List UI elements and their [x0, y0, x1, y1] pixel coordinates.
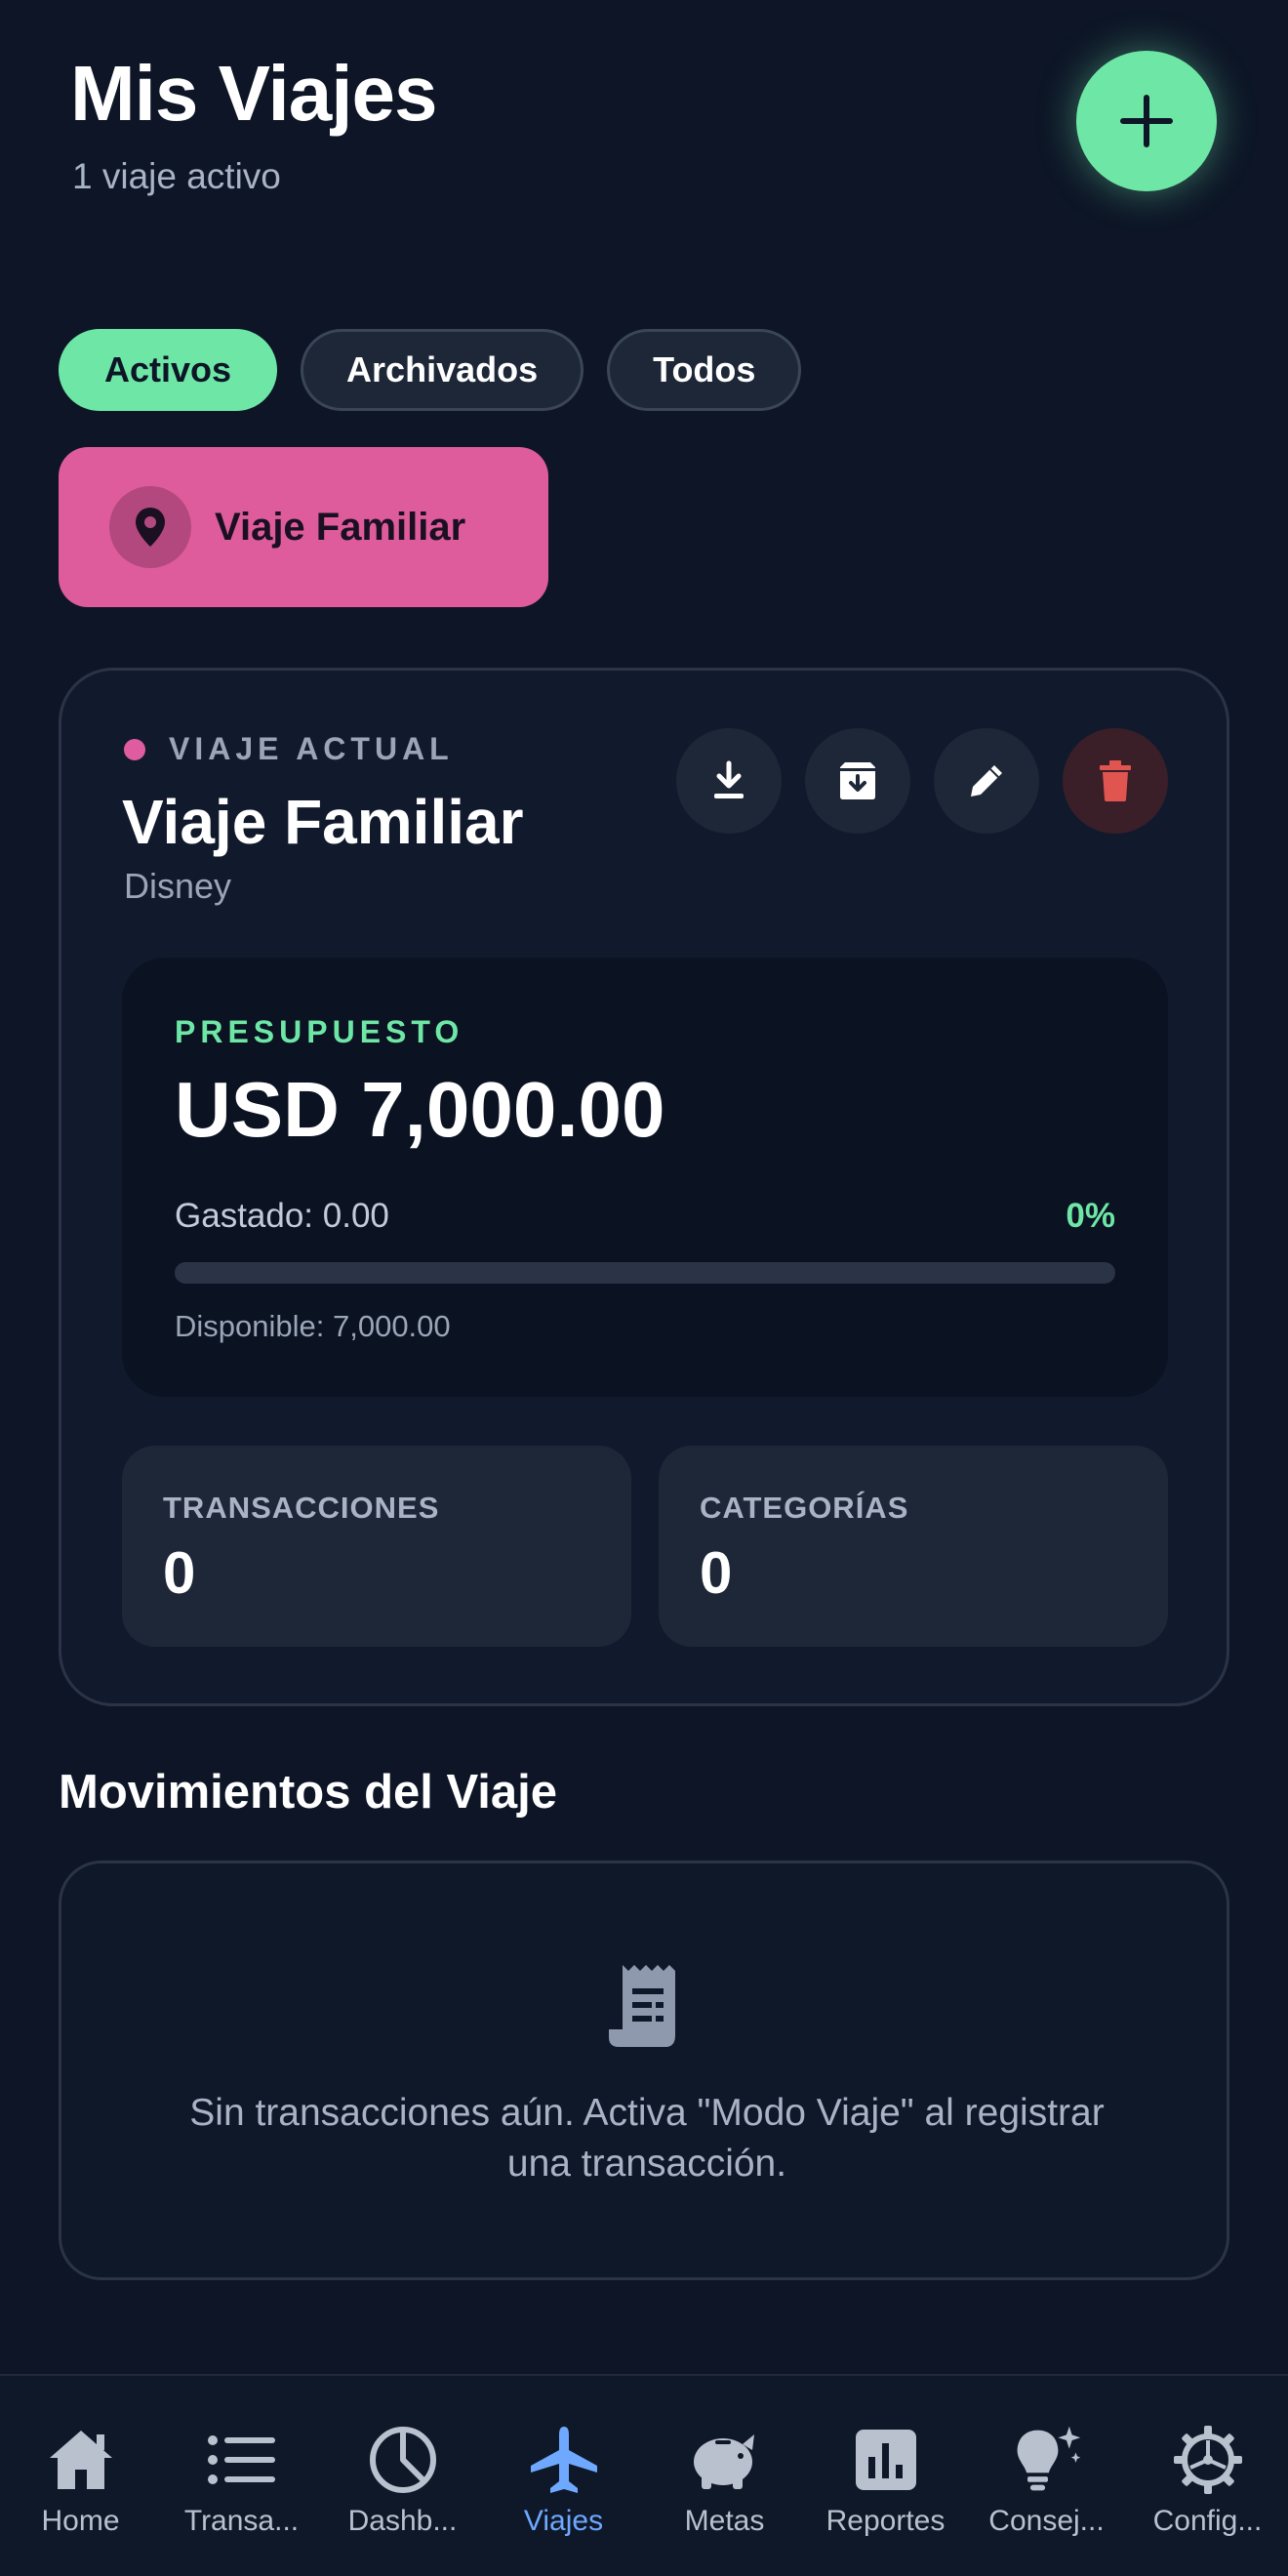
active-trips-count: 1 viaje activo	[72, 156, 281, 196]
nav-dashboard[interactable]: Dashb...	[322, 2376, 483, 2576]
spent-amount: Gastado: 0.00	[175, 1197, 389, 1235]
piggy-bank-icon	[693, 2434, 754, 2489]
list-icon	[207, 2435, 275, 2484]
ico	[205, 2423, 279, 2497]
categories-stat: CATEGORÍAS 0	[659, 1446, 1168, 1647]
trip-actions	[676, 728, 1168, 834]
stat-label: TRANSACCIONES	[163, 1491, 440, 1525]
pin-wrap	[109, 486, 191, 568]
download-icon	[714, 760, 744, 798]
gear-icon	[1173, 2426, 1242, 2494]
nav-settings[interactable]: Config...	[1127, 2376, 1288, 2576]
transactions-stat: TRANSACCIONES 0	[122, 1446, 631, 1647]
trip-selector-label: Viaje Familiar	[215, 505, 466, 549]
budget-progress-bar	[175, 1262, 1115, 1284]
trip-selector-chip[interactable]: Viaje Familiar	[59, 447, 548, 607]
budget-amount: USD 7,000.00	[175, 1066, 665, 1153]
download-button[interactable]	[676, 728, 782, 834]
ico	[688, 2423, 762, 2497]
trip-name: Viaje Familiar	[122, 787, 524, 857]
nav-label: Home	[41, 2505, 120, 2537]
nav-trips[interactable]: Viajes	[483, 2376, 644, 2576]
nav-home[interactable]: Home	[0, 2376, 161, 2576]
delete-button[interactable]	[1063, 728, 1168, 834]
map-pin-icon	[136, 508, 165, 547]
page-title: Mis Viajes	[70, 50, 437, 137]
nav-label: Reportes	[825, 2505, 946, 2537]
spent-percent: 0%	[1066, 1197, 1115, 1235]
movements-title: Movimientos del Viaje	[59, 1766, 558, 1819]
nav-label: Metas	[684, 2505, 765, 2537]
archive-icon	[840, 762, 875, 799]
nav-label: Dashb...	[347, 2505, 458, 2537]
trip-destination: Disney	[124, 866, 232, 906]
nav-label: Viajes	[523, 2505, 604, 2537]
nav-tips[interactable]: Consej...	[966, 2376, 1127, 2576]
trash-icon	[1100, 760, 1131, 801]
nav-label: Transa...	[183, 2505, 300, 2537]
ico	[849, 2423, 923, 2497]
pie-chart-icon	[369, 2427, 436, 2493]
airplane-icon	[530, 2427, 597, 2493]
pencil-icon	[971, 765, 1002, 797]
stat-label: CATEGORÍAS	[700, 1491, 909, 1525]
receipt-icon	[609, 1965, 675, 2047]
trips-screen: Mis Viajes 1 viaje activo Activos Archiv…	[0, 0, 1288, 2576]
ico	[1171, 2423, 1245, 2497]
edit-button[interactable]	[934, 728, 1039, 834]
nav-label: Config...	[1152, 2505, 1263, 2537]
eyebrow-text: VIAJE ACTUAL	[169, 731, 454, 766]
ico	[1010, 2423, 1084, 2497]
stat-value: 0	[700, 1540, 733, 1606]
add-trip-button[interactable]	[1076, 51, 1217, 191]
available-amount: Disponible: 7,000.00	[175, 1309, 451, 1343]
filter-active[interactable]: Activos	[59, 329, 278, 411]
filter-all[interactable]: Todos	[607, 329, 802, 411]
current-trip-card: VIAJE ACTUAL Viaje Familiar Disney PRESU…	[59, 668, 1229, 1706]
nav-label: Consej...	[988, 2505, 1105, 2537]
nav-reports[interactable]: Reportes	[805, 2376, 966, 2576]
movements-empty-state: Sin transacciones aún. Activa "Modo Viaj…	[59, 1860, 1229, 2280]
status-dot	[124, 738, 145, 760]
ico	[366, 2423, 440, 2497]
home-icon	[49, 2431, 112, 2489]
stat-value: 0	[163, 1540, 196, 1606]
archive-button[interactable]	[805, 728, 910, 834]
budget-label: PRESUPUESTO	[175, 1014, 464, 1049]
filter-archived[interactable]: Archivados	[301, 329, 584, 411]
nav-transactions[interactable]: Transa...	[161, 2376, 322, 2576]
ico	[527, 2423, 601, 2497]
plus-icon	[1120, 95, 1173, 147]
nav-goals[interactable]: Metas	[644, 2376, 805, 2576]
current-trip-eyebrow: VIAJE ACTUAL	[124, 731, 454, 767]
bottom-navigation: Home Transa... Dashb... Viajes Metas Rep…	[0, 2374, 1288, 2576]
empty-message: Sin transacciones aún. Activa "Modo Viaj…	[189, 2092, 1105, 2185]
bar-chart-icon	[855, 2430, 916, 2490]
ico	[44, 2423, 118, 2497]
trip-filter-tabs: Activos Archivados Todos	[59, 329, 802, 411]
lightbulb-icon	[1017, 2426, 1080, 2491]
budget-panel: PRESUPUESTO USD 7,000.00 Gastado: 0.00 0…	[122, 958, 1168, 1397]
